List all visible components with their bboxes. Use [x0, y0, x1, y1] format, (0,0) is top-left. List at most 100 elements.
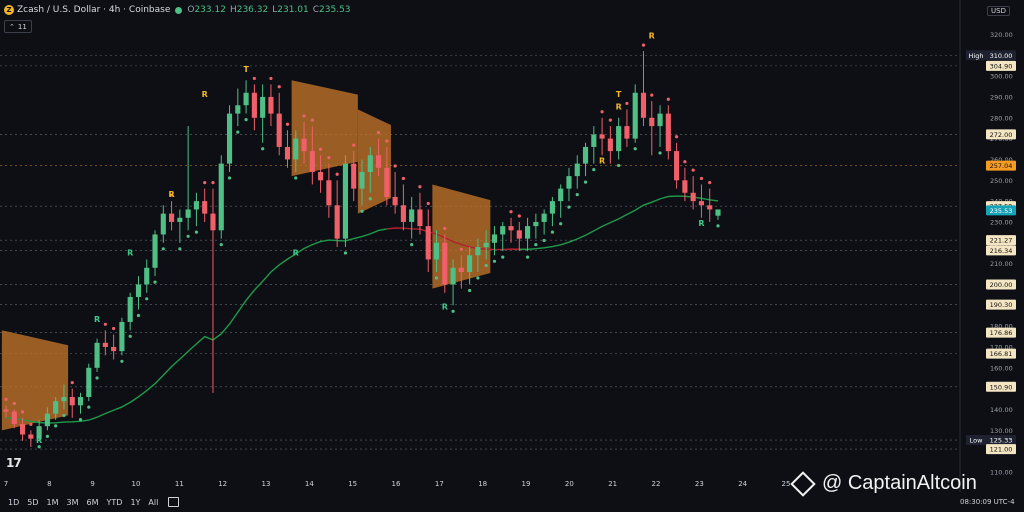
range-all[interactable]: All [148, 498, 158, 507]
candle-body [409, 209, 415, 222]
candle-body [226, 113, 233, 164]
candle-body [342, 163, 349, 239]
candle-body [549, 201, 555, 214]
x-tick-label: 7 [4, 480, 8, 488]
range-1m[interactable]: 1M [47, 498, 59, 507]
signal-dot [418, 185, 422, 189]
ohlc-close-value: 235.53 [319, 5, 351, 15]
x-tick-label: 15 [348, 480, 357, 488]
signal-dot [451, 309, 455, 313]
signal-r-label: R [616, 102, 622, 111]
price-tag-text: 221.27 [990, 237, 1013, 245]
signal-dot [327, 156, 331, 160]
candle-body [690, 192, 696, 202]
range-6m[interactable]: 6M [87, 498, 99, 507]
signal-dot [459, 247, 463, 251]
signal-dot [468, 288, 472, 293]
price-tag-text: 176.86 [990, 329, 1013, 337]
y-tick-label: 320.00 [990, 31, 1013, 39]
signal-dot [434, 276, 439, 280]
candle-body [458, 267, 464, 272]
candle-body [185, 209, 191, 218]
x-tick-label: 9 [90, 480, 94, 488]
candle-body [392, 196, 398, 206]
candle-body [111, 346, 117, 352]
signal-dot [633, 147, 637, 151]
signal-dot [385, 139, 389, 143]
signal-r-label: R [442, 302, 448, 311]
candle-body [11, 411, 17, 425]
ohlc-high-value: 236.32 [236, 5, 269, 15]
price-tag-text: 272.00 [990, 131, 1013, 139]
candle-body [318, 171, 324, 181]
candle-body [3, 409, 9, 412]
range-ytd[interactable]: YTD [107, 498, 123, 507]
candle-body [624, 126, 630, 139]
price-tag-text: 121.00 [990, 446, 1013, 454]
indicator-toggle-button[interactable]: ⌃ 11 [4, 20, 32, 33]
price-tag-text: 257.04 [990, 162, 1013, 170]
candle-body [475, 246, 481, 256]
candle-body [251, 92, 257, 118]
trail-green [519, 195, 719, 251]
price-tag-text: 310.00 [990, 52, 1013, 60]
signal-dot [78, 418, 83, 422]
ohlc-readout: O233.12 H236.32 L231.01 C235.53 [187, 5, 350, 15]
signal-dot [559, 222, 563, 226]
candle-body [599, 134, 605, 139]
signal-dot [492, 259, 497, 263]
signal-dot [550, 230, 555, 234]
candle-body [541, 213, 547, 222]
y-tick-label: 110.00 [990, 469, 1013, 477]
range-bar: 1D 5D 1M 3M 6M YTD 1Y All [0, 492, 1024, 512]
range-3m[interactable]: 3M [67, 498, 79, 507]
ohlc-high-key: H [229, 5, 237, 15]
candle-body [53, 401, 59, 414]
signal-dot [261, 147, 265, 151]
currency-selector[interactable]: USD [987, 6, 1010, 16]
y-tick-label: 230.00 [990, 218, 1013, 226]
candle-body [657, 113, 663, 127]
signal-dot [617, 163, 621, 168]
trailing-stop-line [5, 195, 719, 424]
calendar-icon[interactable] [168, 497, 180, 507]
price-chart[interactable]: RRRRRRRRRRRTT 7 8 9 10 11 12 13 14 15 16 17 18 19 20 2… [0, 0, 1024, 512]
market-status-dot [175, 6, 183, 14]
signal-dot [476, 276, 480, 280]
signal-dot [277, 85, 281, 89]
price-tag-text: 125.33 [990, 437, 1013, 445]
candle-body [707, 205, 713, 210]
candle-body [19, 424, 26, 435]
candle-body [77, 396, 84, 406]
supply-zone [291, 80, 358, 177]
signal-dot [666, 97, 670, 101]
signal-dot [583, 180, 588, 184]
range-5d[interactable]: 5D [27, 498, 38, 507]
signal-dot [410, 243, 414, 247]
range-1y[interactable]: 1Y [130, 498, 140, 507]
signal-dot [335, 172, 339, 176]
signal-dot [426, 201, 430, 206]
symbol-title[interactable]: Zcash / U.S. Dollar · 4h · Coinbase [17, 5, 170, 15]
signal-dot [128, 334, 132, 338]
candle-body [301, 138, 307, 152]
candle-body [160, 213, 166, 235]
candle-body [268, 96, 274, 114]
signal-markers: RRRRRRRRRRRTT [36, 32, 704, 445]
signal-dot [600, 110, 604, 114]
range-1d[interactable]: 1D [8, 498, 19, 507]
x-tick-label: 8 [47, 480, 51, 488]
candle-body [649, 117, 655, 127]
signal-r-label: R [293, 248, 299, 257]
x-tick-label: 10 [132, 480, 141, 488]
x-tick-label: 17 [435, 480, 444, 488]
candle-body [674, 151, 680, 181]
candle-body [375, 155, 382, 168]
candle-body [284, 146, 291, 160]
clock: 08:30:09 UTC-4 [960, 498, 1015, 506]
candle-body [417, 209, 423, 227]
x-tick-label: 11 [175, 480, 184, 488]
signal-dot [310, 118, 314, 122]
price-tag-label: High [969, 52, 984, 60]
candle-body [135, 284, 142, 297]
